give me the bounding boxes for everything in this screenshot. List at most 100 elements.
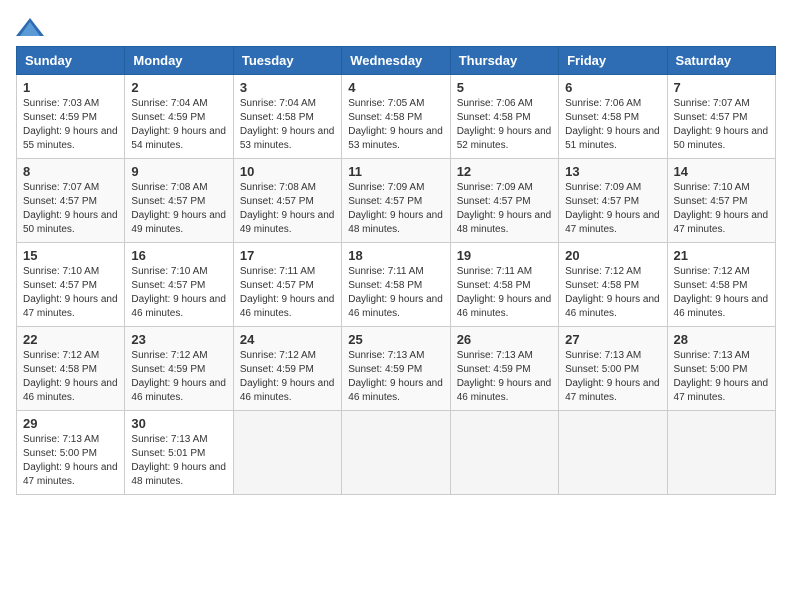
calendar-cell (342, 411, 450, 495)
day-number: 9 (131, 164, 226, 179)
calendar-cell: 2 Sunrise: 7:04 AMSunset: 4:59 PMDaylight… (125, 75, 233, 159)
day-info: Sunrise: 7:09 AMSunset: 4:57 PMDaylight:… (565, 181, 660, 237)
calendar-cell: 24 Sunrise: 7:12 AMSunset: 4:59 PMDayligh… (233, 327, 341, 411)
day-number: 3 (240, 80, 335, 95)
day-info: Sunrise: 7:11 AMSunset: 4:58 PMDaylight:… (457, 265, 552, 321)
day-number: 30 (131, 416, 226, 431)
day-info: Sunrise: 7:13 AMSunset: 4:59 PMDaylight:… (348, 349, 443, 405)
calendar-cell: 10 Sunrise: 7:08 AMSunset: 4:57 PMDayligh… (233, 159, 341, 243)
day-number: 2 (131, 80, 226, 95)
day-info: Sunrise: 7:09 AMSunset: 4:57 PMDaylight:… (457, 181, 552, 237)
day-number: 12 (457, 164, 552, 179)
calendar-cell: 18 Sunrise: 7:11 AMSunset: 4:58 PMDayligh… (342, 243, 450, 327)
calendar-cell (233, 411, 341, 495)
day-number: 5 (457, 80, 552, 95)
calendar-week-5: 29Sunrise: 7:13 AMSunset: 5:00 PMDayligh… (17, 411, 776, 495)
day-info: Sunrise: 7:08 AMSunset: 4:57 PMDaylight:… (240, 181, 335, 237)
calendar-cell: 30 Sunrise: 7:13 AMSunset: 5:01 PMDayligh… (125, 411, 233, 495)
calendar-cell: 3 Sunrise: 7:04 AMSunset: 4:58 PMDaylight… (233, 75, 341, 159)
calendar-cell (667, 411, 775, 495)
weekday-header-monday: Monday (125, 47, 233, 75)
day-number: 25 (348, 332, 443, 347)
day-number: 16 (131, 248, 226, 263)
day-info: Sunrise: 7:13 AMSunset: 5:00 PMDaylight:… (565, 349, 660, 405)
day-number: 22 (23, 332, 118, 347)
day-info: Sunrise: 7:11 AMSunset: 4:57 PMDaylight:… (240, 265, 335, 321)
calendar-cell: 28 Sunrise: 7:13 AMSunset: 5:00 PMDayligh… (667, 327, 775, 411)
calendar-cell: 13 Sunrise: 7:09 AMSunset: 4:57 PMDayligh… (559, 159, 667, 243)
day-number: 6 (565, 80, 660, 95)
day-info: Sunrise: 7:12 AMSunset: 4:58 PMDaylight:… (565, 265, 660, 321)
calendar-cell: 14Sunrise: 7:10 AMSunset: 4:57 PMDayligh… (667, 159, 775, 243)
calendar-cell: 21 Sunrise: 7:12 AMSunset: 4:58 PMDayligh… (667, 243, 775, 327)
calendar-cell: 19 Sunrise: 7:11 AMSunset: 4:58 PMDayligh… (450, 243, 558, 327)
day-info: Sunrise: 7:13 AMSunset: 5:00 PMDaylight:… (674, 349, 769, 405)
calendar-cell: 22Sunrise: 7:12 AMSunset: 4:58 PMDayligh… (17, 327, 125, 411)
day-info: Sunrise: 7:13 AMSunset: 4:59 PMDaylight:… (457, 349, 552, 405)
weekday-header-tuesday: Tuesday (233, 47, 341, 75)
calendar-cell: 15 Sunrise: 7:10 AMSunset: 4:57 PMDayligh… (17, 243, 125, 327)
day-number: 13 (565, 164, 660, 179)
page-header (16, 16, 776, 38)
day-info: Sunrise: 7:10 AMSunset: 4:57 PMDaylight:… (131, 265, 226, 321)
calendar-week-3: 15 Sunrise: 7:10 AMSunset: 4:57 PMDayligh… (17, 243, 776, 327)
day-number: 27 (565, 332, 660, 347)
weekday-header-wednesday: Wednesday (342, 47, 450, 75)
day-info: Sunrise: 7:04 AMSunset: 4:59 PMDaylight:… (131, 97, 226, 153)
weekday-header-thursday: Thursday (450, 47, 558, 75)
day-info: Sunrise: 7:13 AMSunset: 5:01 PMDaylight:… (131, 433, 226, 489)
day-number: 28 (674, 332, 769, 347)
day-number: 11 (348, 164, 443, 179)
calendar-cell (450, 411, 558, 495)
day-number: 19 (457, 248, 552, 263)
day-number: 4 (348, 80, 443, 95)
day-info: Sunrise: 7:03 AMSunset: 4:59 PMDaylight:… (23, 97, 118, 153)
calendar-cell (559, 411, 667, 495)
day-info: Sunrise: 7:09 AMSunset: 4:57 PMDaylight:… (348, 181, 443, 237)
day-info: Sunrise: 7:10 AMSunset: 4:57 PMDaylight:… (674, 181, 769, 237)
day-info: Sunrise: 7:05 AMSunset: 4:58 PMDaylight:… (348, 97, 443, 153)
weekday-header-sunday: Sunday (17, 47, 125, 75)
day-number: 24 (240, 332, 335, 347)
calendar-cell: 8Sunrise: 7:07 AMSunset: 4:57 PMDaylight… (17, 159, 125, 243)
day-number: 15 (23, 248, 118, 263)
calendar-week-2: 8Sunrise: 7:07 AMSunset: 4:57 PMDaylight… (17, 159, 776, 243)
day-number: 1 (23, 80, 118, 95)
day-number: 18 (348, 248, 443, 263)
day-number: 10 (240, 164, 335, 179)
calendar-cell: 25 Sunrise: 7:13 AMSunset: 4:59 PMDayligh… (342, 327, 450, 411)
day-number: 26 (457, 332, 552, 347)
day-info: Sunrise: 7:12 AMSunset: 4:58 PMDaylight:… (674, 265, 769, 321)
calendar-cell: 29Sunrise: 7:13 AMSunset: 5:00 PMDayligh… (17, 411, 125, 495)
calendar-cell: 12 Sunrise: 7:09 AMSunset: 4:57 PMDayligh… (450, 159, 558, 243)
logo-icon (16, 16, 44, 38)
calendar-cell: 5Sunrise: 7:06 AMSunset: 4:58 PMDaylight… (450, 75, 558, 159)
calendar-cell: 26 Sunrise: 7:13 AMSunset: 4:59 PMDayligh… (450, 327, 558, 411)
day-info: Sunrise: 7:10 AMSunset: 4:57 PMDaylight:… (23, 265, 118, 321)
day-info: Sunrise: 7:06 AMSunset: 4:58 PMDaylight:… (565, 97, 660, 153)
calendar-cell: 7 Sunrise: 7:07 AMSunset: 4:57 PMDaylight… (667, 75, 775, 159)
day-info: Sunrise: 7:11 AMSunset: 4:58 PMDaylight:… (348, 265, 443, 321)
calendar-week-4: 22Sunrise: 7:12 AMSunset: 4:58 PMDayligh… (17, 327, 776, 411)
calendar-cell: 11 Sunrise: 7:09 AMSunset: 4:57 PMDayligh… (342, 159, 450, 243)
logo (16, 16, 48, 38)
day-number: 21 (674, 248, 769, 263)
day-info: Sunrise: 7:07 AMSunset: 4:57 PMDaylight:… (674, 97, 769, 153)
weekday-header-saturday: Saturday (667, 47, 775, 75)
day-number: 17 (240, 248, 335, 263)
calendar-cell: 27 Sunrise: 7:13 AMSunset: 5:00 PMDayligh… (559, 327, 667, 411)
calendar-week-1: 1 Sunrise: 7:03 AMSunset: 4:59 PMDaylight… (17, 75, 776, 159)
calendar-cell: 20 Sunrise: 7:12 AMSunset: 4:58 PMDayligh… (559, 243, 667, 327)
day-info: Sunrise: 7:12 AMSunset: 4:59 PMDaylight:… (240, 349, 335, 405)
day-info: Sunrise: 7:08 AMSunset: 4:57 PMDaylight:… (131, 181, 226, 237)
day-info: Sunrise: 7:07 AMSunset: 4:57 PMDaylight:… (23, 181, 118, 237)
day-info: Sunrise: 7:04 AMSunset: 4:58 PMDaylight:… (240, 97, 335, 153)
day-number: 29 (23, 416, 118, 431)
day-number: 7 (674, 80, 769, 95)
weekday-header-friday: Friday (559, 47, 667, 75)
day-info: Sunrise: 7:12 AMSunset: 4:59 PMDaylight:… (131, 349, 226, 405)
calendar-cell: 23 Sunrise: 7:12 AMSunset: 4:59 PMDayligh… (125, 327, 233, 411)
day-number: 23 (131, 332, 226, 347)
day-number: 20 (565, 248, 660, 263)
calendar-table: SundayMondayTuesdayWednesdayThursdayFrid… (16, 46, 776, 495)
